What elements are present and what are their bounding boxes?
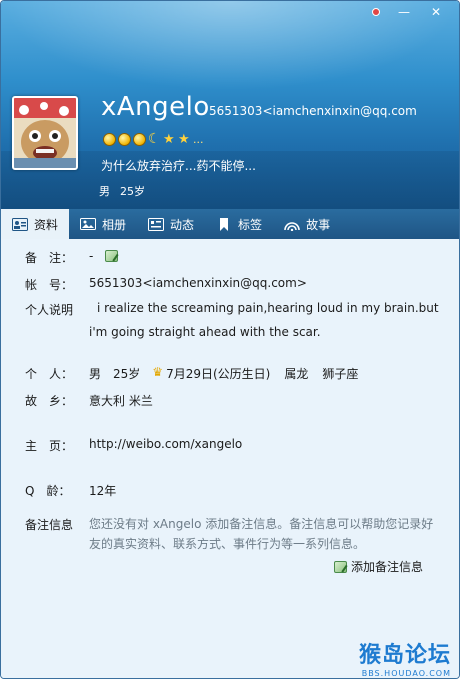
add-note-button[interactable]: 添加备注信息 — [334, 558, 423, 575]
homepage-row: 主 页： http://weibo.com/xangelo — [25, 437, 242, 454]
hometown-row: 故 乡： 意大利 米兰 — [25, 392, 153, 409]
crown-icon: ♛ — [152, 365, 164, 379]
pin-button[interactable] — [363, 3, 389, 21]
tab-label: 相册 — [102, 217, 127, 232]
avatar[interactable] — [12, 96, 78, 170]
account-value[interactable]: 5651303<iamchenxinxin@qq.com> — [89, 276, 307, 293]
header-age: 25岁 — [120, 185, 145, 198]
tab-profile[interactable]: 资料 — [1, 209, 70, 239]
sun-icon — [118, 133, 131, 146]
feed-icon — [148, 217, 165, 231]
nickname: xAngelo — [101, 92, 210, 122]
window-controls: — ✕ — [363, 3, 453, 21]
hometown-label: 故 乡： — [25, 394, 74, 408]
about-label: 个人说明 — [25, 303, 74, 317]
tab-album[interactable]: 相册 — [69, 209, 137, 239]
homepage-link[interactable]: http://weibo.com/xangelo — [89, 437, 242, 454]
avatar-image — [14, 98, 76, 168]
note-info-label: 备注信息 — [25, 518, 74, 532]
qq-level[interactable]: ☾ ★ ★ ... — [103, 131, 204, 147]
about-text: i realize the screaming pain,hearing lou… — [89, 301, 439, 339]
watermark-sub: BBS.HOUDAO.COM — [361, 669, 451, 678]
personal-zodiac: 属龙 — [284, 367, 309, 381]
profile-card-icon — [12, 217, 28, 231]
close-button[interactable]: ✕ — [419, 3, 453, 21]
star-icon: ★ — [163, 132, 175, 147]
qq-age-row: Q 龄： 12年 — [25, 482, 116, 499]
moon-icon: ☾ — [148, 131, 161, 147]
remark-value: - — [89, 249, 94, 263]
remark-row: 备 注： - — [25, 249, 119, 266]
about-row: 个人说明 — [25, 301, 89, 318]
profile-window: — ✕ xAngelo 5651303<iamchenxinxin@qq.com… — [0, 0, 460, 679]
personal-label: 个 人： — [25, 367, 74, 381]
profile-header: — ✕ xAngelo 5651303<iamchenxinxin@qq.com… — [1, 1, 459, 209]
qq-age-value: 12年 — [89, 484, 117, 498]
tab-label: 故事 — [306, 217, 331, 232]
homepage-label: 主 页： — [25, 439, 74, 453]
header-gender: 男 — [99, 185, 110, 198]
tab-label: 资料 — [34, 217, 59, 232]
account-label: 帐 号： — [25, 278, 74, 292]
personal-constellation: 狮子座 — [322, 367, 359, 381]
personal-birthday: 7月29日(公历生日) — [166, 367, 271, 381]
sun-icon — [103, 133, 116, 146]
tab-label: 标签 — [238, 217, 263, 232]
note-info-text: 您还没有对 xAngelo 添加备注信息。备注信息可以帮助您记录好友的真实资料、… — [89, 517, 434, 551]
qq-age-label: Q 龄： — [25, 484, 71, 498]
watermark-main: 猴岛论坛 — [358, 643, 451, 668]
tab-story[interactable]: 故事 — [273, 209, 341, 239]
star-icon: ★ — [178, 132, 190, 147]
bookmark-tag-icon — [220, 217, 229, 231]
edit-remark-icon[interactable] — [105, 250, 119, 262]
header-gender-age: 男 25岁 — [99, 183, 155, 199]
tab-tags[interactable]: 标签 — [205, 209, 273, 239]
level-more: ... — [193, 133, 204, 146]
profile-details: 备 注： - 帐 号： 5651303<iamchenxinxin@qq.com… — [1, 239, 459, 678]
tab-feed[interactable]: 动态 — [137, 209, 205, 239]
account-row: 帐 号： 5651303<iamchenxinxin@qq.com> — [25, 276, 307, 293]
minimize-button[interactable]: — — [391, 3, 417, 21]
edit-note-icon — [334, 560, 347, 573]
personal-age: 25岁 — [113, 367, 141, 381]
pin-icon — [372, 8, 380, 16]
signature: 为什么放弃治疗...药不能停... — [101, 159, 256, 173]
hometown-value: 意大利 米兰 — [89, 394, 153, 408]
personal-gender: 男 — [89, 367, 102, 381]
personal-row: 个 人： 男 25岁 ♛ 7月29日(公历生日) 属龙 狮子座 — [25, 365, 358, 382]
story-icon — [284, 221, 300, 231]
photo-album-icon — [80, 217, 97, 230]
sun-icon — [133, 133, 146, 146]
remark-label: 备 注： — [25, 251, 74, 265]
forum-watermark: 猴岛论坛 BBS.HOUDAO.COM — [359, 637, 451, 678]
header-account: 5651303<iamchenxinxin@qq.com — [209, 104, 417, 118]
tab-label: 动态 — [170, 217, 195, 232]
add-note-label: 添加备注信息 — [351, 560, 424, 574]
note-info-row: 备注信息 — [25, 516, 89, 533]
tab-bar: 资料 相册 动态 标签 故事 — [1, 209, 459, 239]
